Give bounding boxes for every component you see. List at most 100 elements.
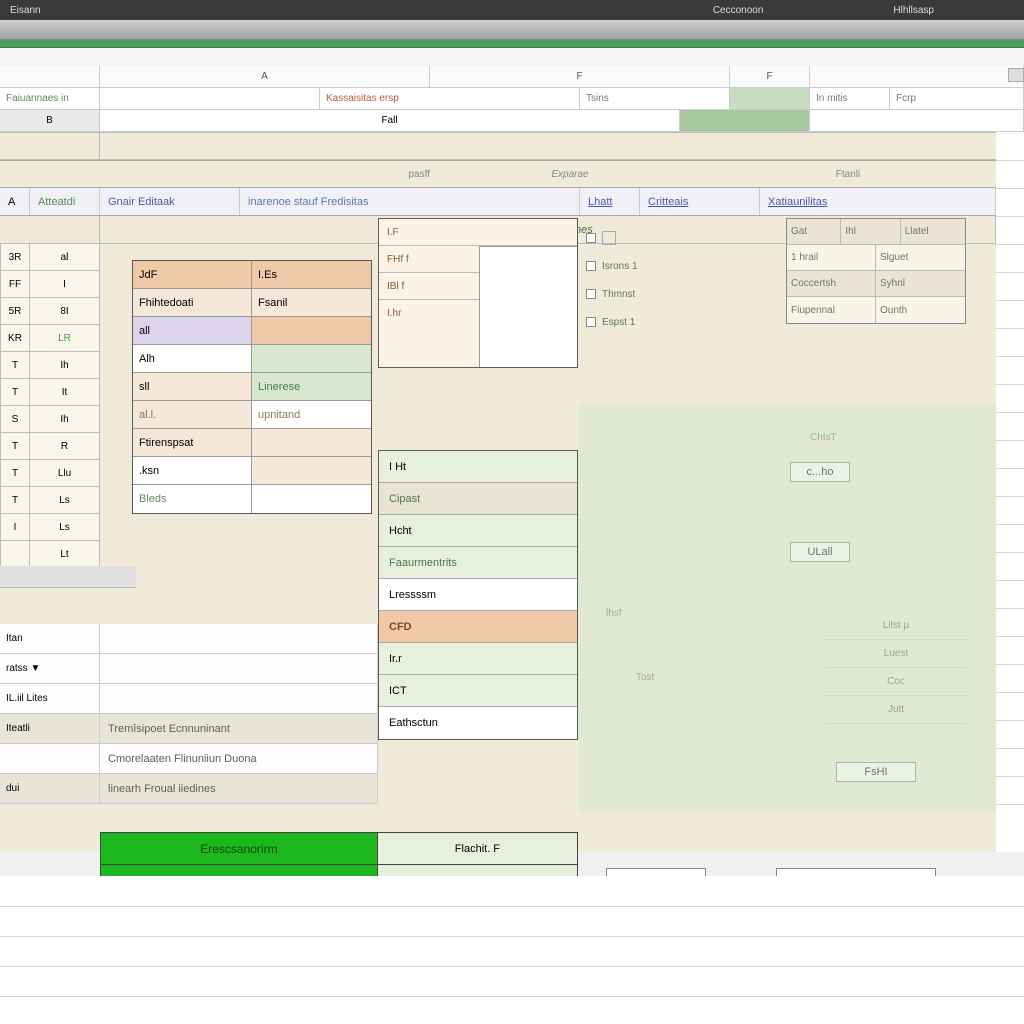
lc-a-1[interactable]: FF xyxy=(0,271,30,298)
bl-a-0[interactable]: Itan xyxy=(0,624,100,653)
lc-a-10[interactable]: I xyxy=(0,514,30,541)
tab-5[interactable]: Fcrp xyxy=(890,88,1024,109)
tab-active[interactable] xyxy=(730,88,810,109)
lc-b-11[interactable]: Lt xyxy=(30,541,100,568)
mt-a-8[interactable]: Bleds xyxy=(133,485,252,513)
lc-b-5[interactable]: It xyxy=(30,379,100,406)
fr-link1[interactable]: Lhatt xyxy=(580,188,640,215)
rb-0c[interactable]: Llatel xyxy=(901,219,965,244)
bl-a-2[interactable]: IL.iil Lites xyxy=(0,684,100,713)
mt-b-3[interactable] xyxy=(252,345,371,372)
lc-b-2[interactable]: 8I xyxy=(30,298,100,325)
rb-1a[interactable]: 1 hrail xyxy=(787,245,876,270)
lc-a-0[interactable]: 3R xyxy=(0,244,30,271)
rb-3a[interactable]: Fiupennal xyxy=(787,297,876,323)
mt-b-5[interactable]: upnitand xyxy=(252,401,371,428)
tab-3[interactable]: Tsins xyxy=(580,88,730,109)
lc-a-11[interactable] xyxy=(0,541,30,568)
cp-0[interactable]: I.F xyxy=(379,219,577,246)
rb-0b[interactable]: Ihl xyxy=(841,219,900,244)
bl-a-1[interactable]: ratss ▼ xyxy=(0,654,100,683)
menu-file[interactable]: Eisann xyxy=(10,5,41,16)
menu-history[interactable]: Hlhllsasp xyxy=(893,5,934,16)
lp-6[interactable]: Ir.r xyxy=(379,643,577,675)
mt-a-2[interactable]: all xyxy=(133,317,252,344)
rb-1b[interactable]: Slguet xyxy=(876,245,965,270)
rb-2a[interactable]: Coccertsh xyxy=(787,271,876,296)
mt-a-6[interactable]: Ftirenspsat xyxy=(133,429,252,456)
lc-b-3[interactable]: LR xyxy=(30,325,100,352)
bl-a-4[interactable] xyxy=(0,744,100,773)
lc-a-4[interactable]: T xyxy=(0,352,30,379)
bl-b-1[interactable] xyxy=(100,654,378,683)
lc-a-2[interactable]: 5R xyxy=(0,298,30,325)
grid-edge xyxy=(996,132,1024,852)
gap xyxy=(0,48,1024,66)
mt-a-4[interactable]: sll xyxy=(133,373,252,400)
lc-b-4[interactable]: Ih xyxy=(30,352,100,379)
mt-a-0[interactable]: JdF xyxy=(133,261,252,288)
bl-a-5[interactable]: dui xyxy=(0,774,100,803)
bl-b-0[interactable] xyxy=(100,624,378,653)
menu-comments[interactable]: Cecconoon xyxy=(713,5,764,16)
bl-b-2[interactable] xyxy=(100,684,378,713)
scroll-corner[interactable] xyxy=(1008,68,1024,82)
lc-b-10[interactable]: Ls xyxy=(30,514,100,541)
bg-b-0[interactable]: Flachit. F xyxy=(378,833,577,864)
mt-a-1[interactable]: Fhihtedoati xyxy=(133,289,252,316)
col-header-rest[interactable] xyxy=(810,66,1024,87)
lp-8[interactable]: Eathsctun xyxy=(379,707,577,739)
mt-b-4[interactable]: Linerese xyxy=(252,373,371,400)
mt-b-6[interactable] xyxy=(252,429,371,456)
mt-a-5[interactable]: al.l. xyxy=(133,401,252,428)
lp-0[interactable]: I Ht xyxy=(379,451,577,483)
check-0[interactable] xyxy=(586,261,596,271)
check-1[interactable] xyxy=(586,289,596,299)
tab-2[interactable]: Kassaisitas ersp xyxy=(320,88,580,109)
mt-b-8[interactable] xyxy=(252,485,371,513)
check-2[interactable] xyxy=(586,317,596,327)
lp-4[interactable]: Lressssm xyxy=(379,579,577,611)
mt-b-1[interactable]: Fsanil xyxy=(252,289,371,316)
lc-b-7[interactable]: R xyxy=(30,433,100,460)
lc-a-5[interactable]: T xyxy=(0,379,30,406)
rb-2b[interactable]: Syhnl xyxy=(876,271,965,296)
lp-3[interactable]: Faaurmentrits xyxy=(379,547,577,579)
bg-a-0[interactable]: Erescsanorirm xyxy=(101,833,378,864)
bl-a-3[interactable]: Iteatli xyxy=(0,714,100,743)
tab-1b xyxy=(100,88,320,109)
mt-b-2[interactable] xyxy=(252,317,371,344)
lc-b-9[interactable]: Ls xyxy=(30,487,100,514)
lp-1[interactable]: Cipast xyxy=(379,483,577,515)
mt-b-7[interactable] xyxy=(252,457,371,484)
lc-b-8[interactable]: Llu xyxy=(30,460,100,487)
mt-b-0[interactable]: I.Es xyxy=(252,261,371,288)
lc-a-6[interactable]: S xyxy=(0,406,30,433)
col-header-f1[interactable]: F xyxy=(430,66,730,87)
tab-4[interactable]: In mitis xyxy=(810,88,890,109)
lc-a-3[interactable]: KR xyxy=(0,325,30,352)
col-header-f2[interactable]: F xyxy=(730,66,810,87)
lp-7[interactable]: ICT xyxy=(379,675,577,707)
bl-b-3[interactable]: Tremîsipoet Ecnnuninant xyxy=(100,714,378,743)
mt-a-7[interactable]: .ksn xyxy=(133,457,252,484)
mt-a-3[interactable]: Alh xyxy=(133,345,252,372)
check-icon[interactable] xyxy=(586,233,596,243)
lp-2[interactable]: Hcht xyxy=(379,515,577,547)
lc-a-7[interactable]: T xyxy=(0,433,30,460)
lc-a-8[interactable]: T xyxy=(0,460,30,487)
col-header-a[interactable]: A xyxy=(100,66,430,87)
bl-b-4[interactable]: Cmorelaaten Flinuniiun Duona xyxy=(100,744,378,773)
col-header-blank[interactable] xyxy=(0,66,100,87)
lc-b-6[interactable]: Ih xyxy=(30,406,100,433)
tab-1[interactable]: Faiuannaes in xyxy=(0,88,100,109)
rb-3b[interactable]: Ounth xyxy=(876,297,965,323)
lp-5[interactable]: CFD xyxy=(379,611,577,643)
lc-b-0[interactable]: al xyxy=(30,244,100,271)
rb-0a[interactable]: Gat xyxy=(787,219,841,244)
bl-b-5[interactable]: linearh Froual iiedines xyxy=(100,774,378,803)
lc-b-1[interactable]: I xyxy=(30,271,100,298)
lc-a-9[interactable]: T xyxy=(0,487,30,514)
fr-link2[interactable]: Critteais xyxy=(640,188,760,215)
fr-link3[interactable]: Xatiaunilitas xyxy=(760,188,996,215)
